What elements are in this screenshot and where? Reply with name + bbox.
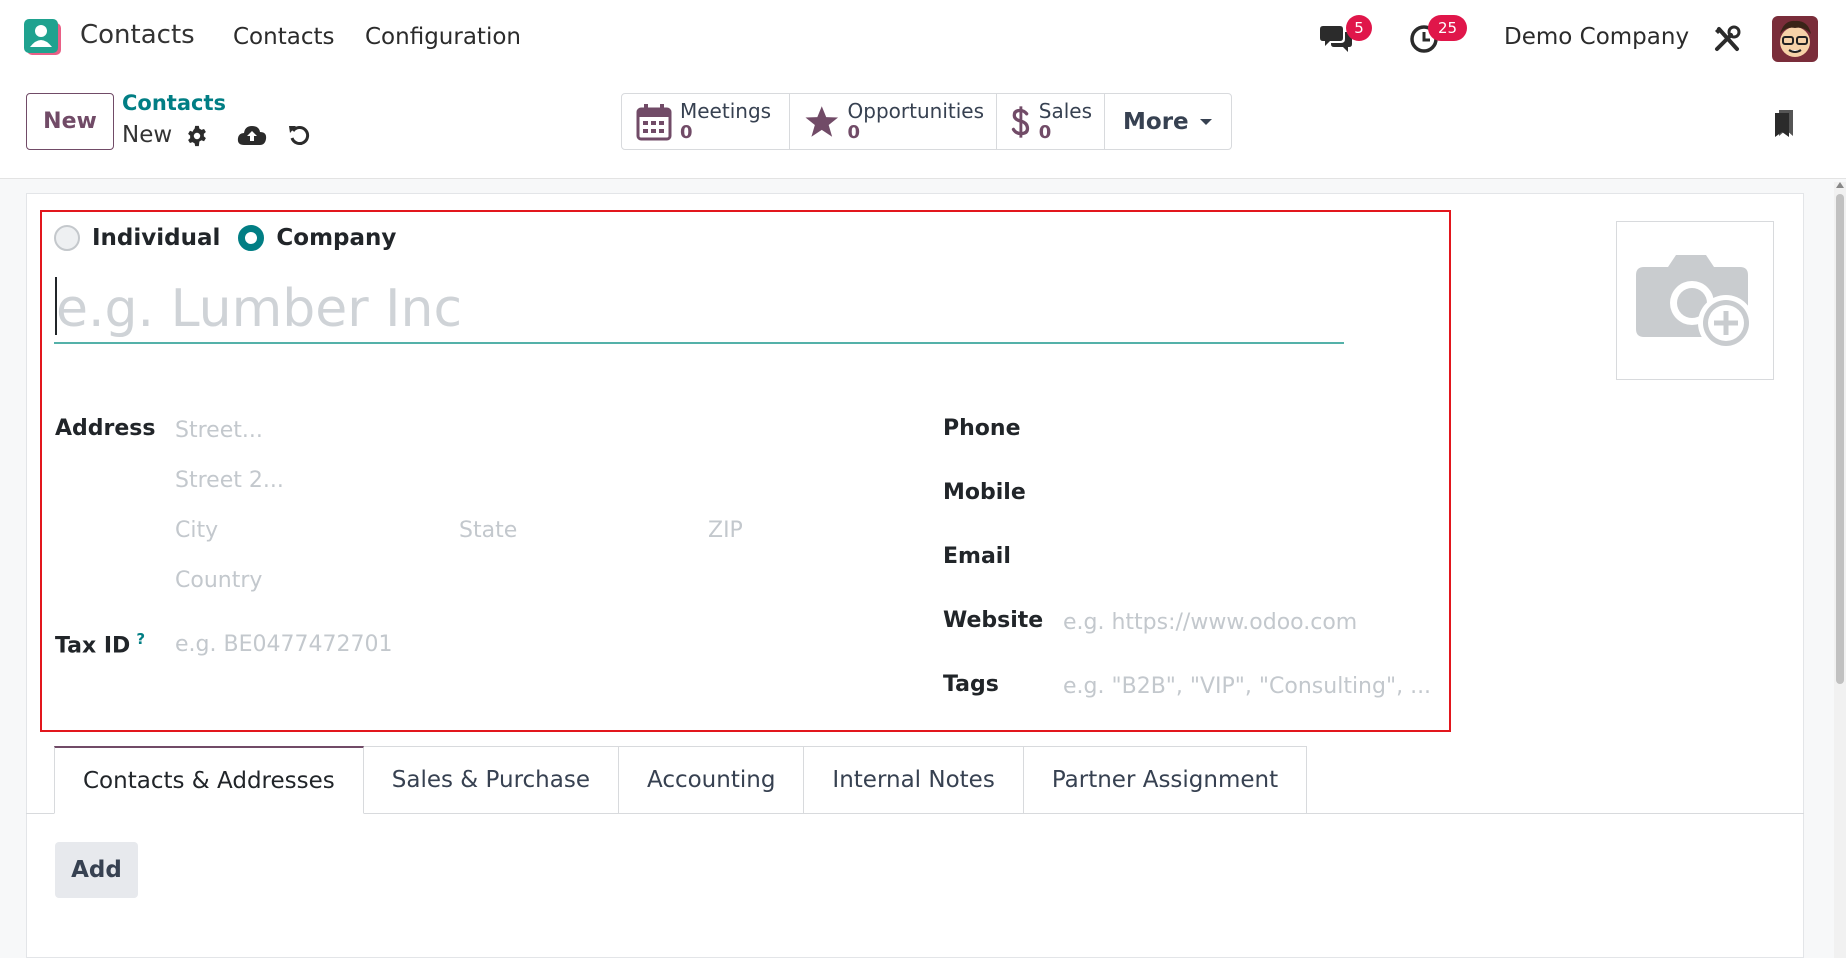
company-name-input[interactable]	[54, 276, 1344, 344]
radio-company[interactable]	[238, 225, 265, 251]
star-icon	[805, 105, 839, 137]
email-label: Email	[943, 544, 1011, 569]
scroll-up-arrow-icon[interactable]	[1836, 182, 1844, 188]
scrollbar-thumb[interactable]	[1836, 194, 1844, 684]
meetings-label: Meetings	[680, 98, 772, 123]
cloud-upload-icon[interactable]	[237, 124, 267, 146]
bookmark-icon[interactable]	[1773, 108, 1795, 138]
contacts-app-icon[interactable]	[24, 19, 64, 57]
website-input[interactable]	[1063, 606, 1443, 638]
user-avatar[interactable]	[1772, 16, 1818, 62]
state-input[interactable]	[459, 514, 689, 546]
smart-buttons-bar: Meetings 0 Opportunities 0 Sales 0 More	[621, 93, 1232, 150]
opportunities-label: Opportunities	[847, 98, 984, 123]
discard-undo-icon[interactable]	[287, 123, 311, 147]
taxid-label: Tax ID?	[55, 630, 145, 658]
caret-down-icon	[1199, 118, 1212, 125]
new-button[interactable]: New	[26, 93, 114, 150]
company-switcher[interactable]: Demo Company	[1504, 24, 1689, 50]
street-input[interactable]	[175, 414, 735, 446]
radio-individual[interactable]	[54, 225, 80, 251]
menu-contacts[interactable]: Contacts	[233, 24, 334, 50]
calendar-icon	[636, 103, 672, 140]
scrollbar[interactable]	[1834, 182, 1846, 958]
taxid-label-text: Tax ID	[55, 633, 131, 659]
company-type-radio-group: Individual Company	[54, 225, 414, 251]
menu-configuration[interactable]: Configuration	[365, 24, 521, 50]
more-label: More	[1123, 108, 1189, 135]
tab-contacts-addresses[interactable]: Contacts & Addresses	[54, 746, 364, 814]
website-label: Website	[943, 608, 1044, 633]
gear-icon[interactable]	[186, 125, 208, 147]
tools-icon[interactable]	[1713, 25, 1741, 53]
sales-count: 0	[1038, 121, 1052, 143]
tags-input[interactable]	[1063, 670, 1445, 702]
email-input[interactable]	[1062, 542, 1432, 574]
city-input[interactable]	[175, 514, 445, 546]
messages-badge: 5	[1346, 15, 1372, 41]
mobile-label: Mobile	[943, 480, 1026, 505]
notebook-tabs: Contacts & Addresses Sales & Purchase Ac…	[54, 746, 1308, 814]
sales-label: Sales	[1038, 98, 1092, 123]
phone-input[interactable]	[1062, 414, 1432, 446]
taxid-input[interactable]	[175, 628, 735, 660]
radio-individual-label[interactable]: Individual	[92, 225, 220, 251]
more-dropdown-button[interactable]: More	[1105, 94, 1231, 149]
dollar-icon	[1011, 105, 1030, 138]
address-label: Address	[55, 416, 156, 441]
top-navbar: Contacts Contacts Configuration 5 25 Dem…	[0, 0, 1846, 78]
meetings-smart-button[interactable]: Meetings 0	[622, 94, 790, 149]
opportunities-smart-button[interactable]: Opportunities 0	[790, 94, 997, 149]
app-name[interactable]: Contacts	[80, 20, 195, 50]
zip-input[interactable]	[708, 514, 888, 546]
tab-partner-assignment[interactable]: Partner Assignment	[1023, 746, 1308, 814]
breadcrumb-contacts[interactable]: Contacts	[122, 91, 226, 115]
breadcrumb-current: New	[122, 122, 173, 148]
meetings-count: 0	[680, 121, 693, 143]
tab-internal-notes[interactable]: Internal Notes	[804, 746, 1024, 814]
country-input[interactable]	[175, 564, 735, 596]
phone-label: Phone	[943, 416, 1021, 441]
opportunities-count: 0	[847, 121, 861, 143]
street2-input[interactable]	[175, 464, 735, 496]
taxid-help-icon[interactable]: ?	[136, 630, 145, 648]
image-upload[interactable]	[1616, 221, 1774, 380]
mobile-input[interactable]	[1062, 478, 1432, 510]
tags-label: Tags	[943, 672, 999, 697]
camera-add-icon	[1636, 254, 1754, 351]
tab-accounting[interactable]: Accounting	[618, 746, 805, 814]
text-caret	[55, 277, 57, 335]
radio-company-label[interactable]: Company	[276, 225, 396, 251]
add-contact-button[interactable]: Add	[55, 842, 138, 898]
tab-sales-purchase[interactable]: Sales & Purchase	[363, 746, 619, 814]
sales-smart-button[interactable]: Sales 0	[997, 94, 1105, 149]
activities-badge: 25	[1428, 15, 1467, 41]
